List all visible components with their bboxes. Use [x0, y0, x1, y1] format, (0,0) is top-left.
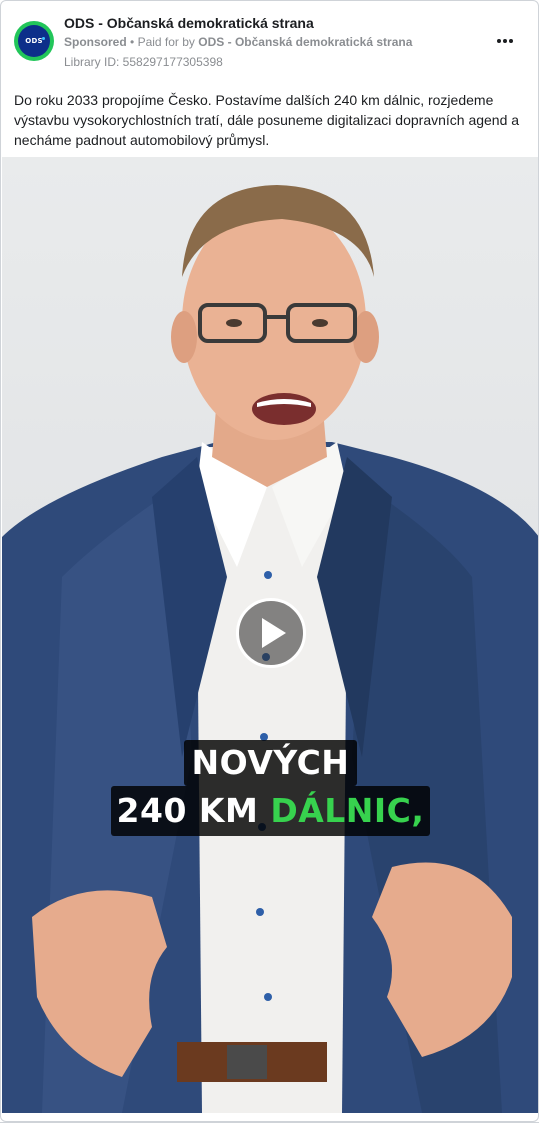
ods-logo-icon: ODS: [18, 25, 50, 57]
more-dot-icon: [497, 39, 501, 43]
caption-green-text: DÁLNIC,: [270, 791, 425, 830]
more-dot-icon: [503, 39, 507, 43]
video-caption: NOVÝCH 240 KM DÁLNIC,: [2, 740, 538, 836]
ad-header: ODS ODS - Občanská demokratická strana S…: [1, 1, 538, 81]
paid-for-name: ODS - Občanská demokratická strana: [198, 35, 413, 49]
paid-for-prefix: Paid for by: [137, 35, 195, 49]
caption-white-text: 240 KM: [116, 791, 259, 830]
caption-line-2: 240 KM DÁLNIC,: [110, 786, 431, 836]
sponsored-label: Sponsored: [64, 35, 127, 49]
divider: [0, 1122, 539, 1123]
separator-dot: •: [130, 35, 138, 49]
play-button[interactable]: [236, 598, 306, 668]
more-dot-icon: [509, 39, 513, 43]
ad-card: ODS ODS - Občanská demokratická strana S…: [0, 0, 539, 1122]
play-icon: [262, 618, 286, 648]
caption-line-1: NOVÝCH: [183, 740, 358, 786]
ad-body-text: Do roku 2033 propojíme Česko. Postavíme …: [14, 92, 520, 148]
page-avatar[interactable]: ODS: [14, 21, 54, 61]
sponsored-line: Sponsored • Paid for by ODS - Občanská d…: [64, 35, 412, 49]
library-id: Library ID: 558297177305398: [64, 55, 223, 69]
logo-dot: [42, 37, 45, 40]
avatar-text: ODS: [25, 37, 43, 45]
page-name-link[interactable]: ODS - Občanská demokratická strana: [64, 15, 314, 31]
video-player[interactable]: NOVÝCH 240 KM DÁLNIC,: [2, 157, 538, 1113]
more-options-button[interactable]: [494, 31, 516, 51]
